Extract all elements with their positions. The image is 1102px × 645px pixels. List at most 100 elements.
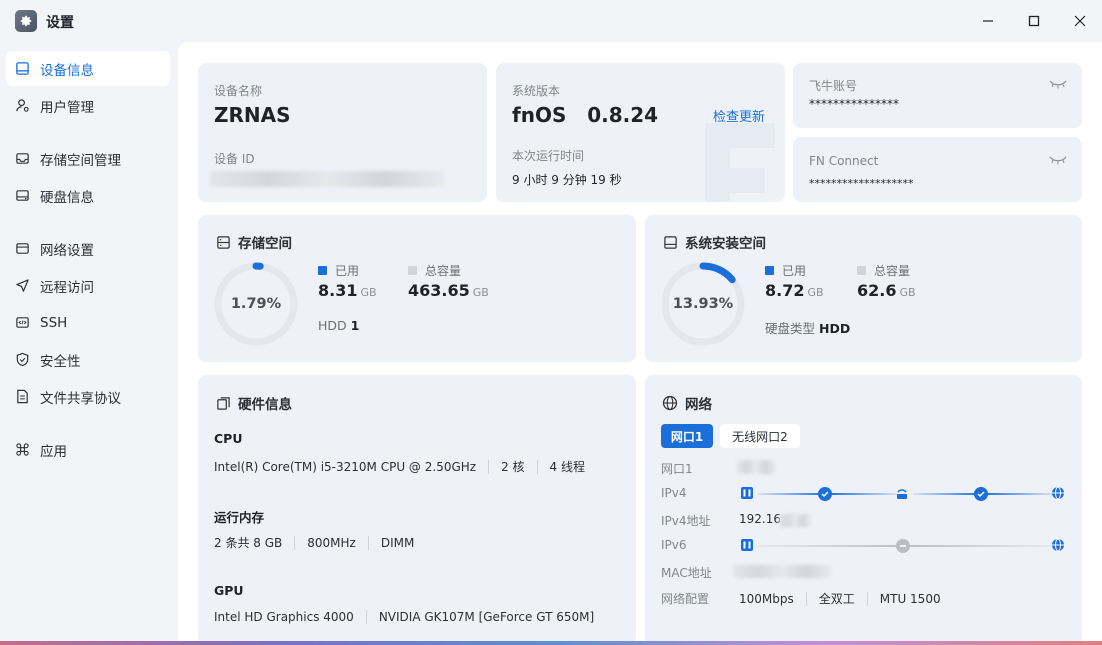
- sidebar-item-security[interactable]: 安全性: [6, 342, 170, 377]
- sidebar-item-label: 硬盘信息: [40, 189, 94, 206]
- uptime-label: 本次运行时间: [512, 149, 585, 163]
- globe-icon: [1052, 486, 1064, 500]
- ipv4-address-label: IPv4地址: [661, 514, 711, 528]
- system-version-value: fnOS 0.8.24: [512, 103, 659, 127]
- port-value-redacted: [737, 460, 775, 474]
- send-icon: [16, 279, 29, 292]
- nas-device-icon: [741, 539, 753, 551]
- sidebar-item-users[interactable]: 用户管理: [6, 88, 170, 123]
- sidebar-item-apps[interactable]: 应用: [6, 432, 170, 467]
- command-icon: [16, 443, 29, 456]
- sysinstall-title-text: 系统安装空间: [685, 236, 766, 252]
- sidebar-item-ssh[interactable]: SSH: [6, 305, 170, 340]
- sidebar-item-remote[interactable]: 远程访问: [6, 268, 170, 303]
- sidebar-item-file-sharing[interactable]: 文件共享协议: [6, 379, 170, 414]
- gpu-heading: GPU: [214, 583, 244, 598]
- fn-connect-label: FN Connect: [809, 154, 879, 168]
- user-icon: [16, 99, 29, 112]
- check-update-link[interactable]: 检查更新: [713, 106, 765, 125]
- sidebar-item-device-info[interactable]: 设备信息: [6, 51, 170, 86]
- minimize-icon[interactable]: [968, 6, 1008, 36]
- minus-circle-icon: [896, 539, 910, 553]
- network-icon: [16, 243, 29, 254]
- network-title-text: 网络: [685, 397, 712, 413]
- storage-total-value: 463.65 GB: [408, 281, 489, 300]
- sysinstall-total-value: 62.6 GB: [857, 281, 916, 300]
- sidebar-item-label: 应用: [40, 443, 67, 460]
- sidebar-item-label: 网络设置: [40, 242, 94, 259]
- storage-disk-info: HDD 1: [318, 318, 360, 333]
- sysinstall-percent: 13.93%: [672, 296, 734, 312]
- storage-usage-ring: 1.79%: [213, 261, 299, 347]
- router-icon: [897, 489, 907, 499]
- device-card: 设备名称 ZRNAS 设备 ID: [198, 63, 487, 202]
- sidebar-item-label: 文件共享协议: [40, 390, 121, 407]
- storage-title-text: 存储空间: [238, 236, 292, 252]
- mac-address-redacted: [733, 565, 831, 578]
- disk-icon: [16, 190, 29, 201]
- nas-device-icon: [741, 487, 753, 499]
- storage-total-legend: 总容量: [408, 262, 461, 279]
- check-circle-icon: [974, 487, 988, 501]
- sysinstall-disk-type: 硬盘类型 HDD: [765, 321, 851, 336]
- storage-used-value: 8.31 GB: [318, 281, 377, 300]
- sidebar: 设备信息 用户管理 存储空间管理 硬盘信息 网络设置 远程访问 SSH 安全性 …: [0, 42, 178, 645]
- storage-used-legend: 已用: [318, 262, 359, 279]
- device-id-label: 设备 ID: [214, 152, 255, 166]
- copy-icon: [217, 396, 230, 410]
- cpu-info: Intel(R) Core(TM) i5-3210M CPU @ 2.50GHz…: [214, 459, 585, 474]
- title-bar: 设置: [0, 0, 1102, 42]
- gear-icon: [15, 10, 37, 32]
- eye-closed-icon[interactable]: [1049, 79, 1067, 89]
- desktop-wallpaper-edge: [0, 641, 1102, 645]
- network-config-label: 网络配置: [661, 592, 710, 606]
- hardware-title-text: 硬件信息: [238, 397, 292, 413]
- check-circle-icon: [818, 487, 832, 501]
- gpu-info: Intel HD Graphics 4000 NVIDIA GK107M [GeF…: [214, 610, 595, 624]
- feiniu-account-card: 飞牛账号 ***************: [793, 63, 1082, 128]
- sidebar-item-label: 远程访问: [40, 279, 94, 296]
- sysinstall-title: 系统安装空间: [663, 232, 766, 252]
- memory-heading: 运行内存: [214, 510, 265, 525]
- shield-icon: [16, 352, 29, 367]
- globe-icon: [1052, 538, 1064, 552]
- network-config-values: 100Mbps 全双工 MTU 1500: [739, 591, 941, 606]
- file-icon: [17, 389, 28, 404]
- storage-percent: 1.79%: [230, 296, 282, 312]
- globe-icon: [662, 395, 678, 411]
- sysinstall-used-legend: 已用: [765, 262, 806, 279]
- tab-port-1[interactable]: 网口1: [661, 424, 713, 448]
- sidebar-item-label: SSH: [40, 314, 68, 331]
- main-content: 设备名称 ZRNAS 设备 ID 系统版本 fnOS 0.8.24 检查更新 本…: [178, 42, 1102, 645]
- hardware-card: 硬件信息 CPU Intel(R) Core(TM) i5-3210M CPU …: [198, 375, 636, 645]
- monitor-icon: [16, 62, 29, 75]
- system-card: 系统版本 fnOS 0.8.24 检查更新 本次运行时间 9 小时 9 分钟 1…: [496, 63, 785, 202]
- fn-connect-value: *******************: [809, 177, 914, 190]
- cpu-heading: CPU: [214, 431, 243, 446]
- storage-icon: [16, 153, 29, 164]
- eye-closed-icon[interactable]: [1049, 155, 1067, 165]
- ipv6-label: IPv6: [661, 538, 687, 552]
- storage-card: 存储空间 1.79% 已用 8.31 GB 总容量 463.65 GB HDD 1: [198, 215, 636, 362]
- sidebar-item-label: 存储空间管理: [40, 152, 121, 169]
- ipv4-address-redacted: [779, 514, 811, 527]
- sidebar-item-network[interactable]: 网络设置: [6, 231, 170, 266]
- system-install-card: 系统安装空间 13.93% 已用 8.72 GB 总容量 62.6 GB 硬盘类型 …: [645, 215, 1082, 362]
- system-version-label: 系统版本: [512, 84, 561, 98]
- tab-wireless-port-2[interactable]: 无线网口2: [720, 424, 800, 448]
- close-icon[interactable]: [1060, 6, 1100, 36]
- device-id-redacted: [210, 171, 444, 187]
- maximize-icon[interactable]: [1014, 6, 1054, 36]
- fn-connect-card: FN Connect *******************: [793, 137, 1082, 202]
- storage-title: 存储空间: [216, 232, 292, 252]
- device-name-value: ZRNAS: [214, 103, 291, 127]
- sidebar-item-label: 用户管理: [40, 99, 94, 116]
- hardware-title: 硬件信息: [216, 393, 292, 413]
- port-label: 网口1: [661, 462, 693, 476]
- sidebar-item-disk[interactable]: 硬盘信息: [6, 178, 170, 213]
- mac-address-label: MAC地址: [661, 566, 712, 580]
- sysinstall-total-legend: 总容量: [857, 262, 910, 279]
- sidebar-item-storage[interactable]: 存储空间管理: [6, 141, 170, 176]
- ipv4-address-value: 192.16: [739, 512, 781, 526]
- sysinstall-used-value: 8.72 GB: [765, 281, 824, 300]
